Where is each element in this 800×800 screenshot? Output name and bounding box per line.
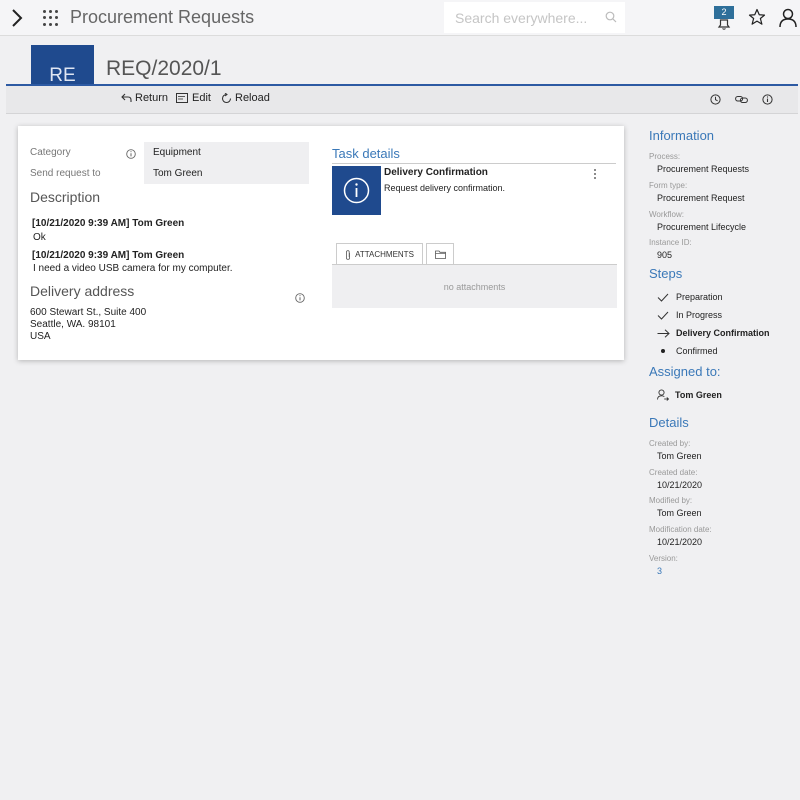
comment-header: [10/21/2020 9:39 AM] Tom Green	[32, 218, 185, 229]
top-bar: Procurement Requests 2	[0, 0, 800, 36]
instance-id-value: 905	[657, 250, 673, 260]
tab-folder[interactable]	[426, 243, 454, 265]
form-type-value: Procurement Request	[657, 193, 745, 203]
user-assign-icon	[657, 389, 669, 401]
reload-icon	[221, 92, 232, 103]
created-by-label: Created by:	[649, 439, 691, 448]
step-item-current: Delivery Confirmation	[656, 328, 770, 338]
instance-id-label: Instance ID:	[649, 238, 692, 247]
created-date-value: 10/21/2020	[657, 480, 703, 490]
steps-heading: Steps	[649, 266, 683, 281]
reload-button[interactable]: Reload	[221, 92, 270, 104]
star-icon[interactable]	[748, 8, 766, 29]
edit-label: Edit	[192, 92, 211, 104]
step-label: Delivery Confirmation	[676, 328, 770, 338]
paperclip-icon	[346, 249, 350, 260]
folder-icon	[434, 250, 446, 259]
delivery-address-title: Delivery address	[30, 283, 135, 299]
comment-header: [10/21/2020 9:39 AM] Tom Green	[32, 250, 185, 261]
page-title: REQ/2020/1	[106, 57, 222, 80]
address-line: Seattle, WA. 98101	[30, 319, 116, 330]
apps-grid-icon[interactable]	[43, 10, 59, 26]
check-icon	[656, 293, 670, 302]
step-item: Confirmed	[656, 346, 718, 356]
chevron-right-icon[interactable]	[8, 8, 26, 28]
modified-by-value: Tom Green	[657, 508, 702, 518]
search-box	[444, 2, 625, 33]
address-line: 600 Stewart St., Suite 400	[30, 307, 147, 318]
reload-label: Reload	[235, 92, 270, 104]
address-line: USA	[30, 331, 51, 342]
step-label: Preparation	[676, 292, 723, 302]
edit-button[interactable]: Edit	[176, 92, 211, 104]
attachments-panel: no attachments	[332, 264, 617, 308]
process-label: Process:	[649, 152, 681, 161]
category-label: Category	[30, 147, 71, 158]
arrow-right-icon	[656, 328, 670, 338]
send-to-field[interactable]: Tom Green	[144, 163, 309, 184]
bullet-icon	[656, 349, 670, 353]
information-heading: Information	[649, 128, 715, 143]
send-to-label: Send request to	[30, 168, 101, 179]
comment-body: Ok	[33, 232, 46, 243]
bell-icon	[717, 19, 731, 30]
notifications-button[interactable]: 2	[714, 6, 736, 30]
delivery-info-icon[interactable]	[295, 292, 305, 306]
form-type-label: Form type:	[649, 181, 688, 190]
link-icon[interactable]	[735, 94, 748, 108]
task-details-title: Task details	[332, 146, 400, 161]
tab-attachments-label: ATTACHMENTS	[355, 250, 414, 259]
created-date-label: Created date:	[649, 468, 698, 477]
toolbar: Return Edit Reload	[6, 86, 798, 114]
return-icon	[121, 93, 132, 102]
category-field[interactable]: Equipment	[144, 142, 309, 163]
search-input[interactable]	[444, 2, 625, 33]
step-item: Preparation	[656, 292, 723, 302]
workflow-value: Procurement Lifecycle	[657, 222, 747, 232]
check-icon	[656, 311, 670, 320]
version-label: Version:	[649, 554, 678, 563]
info-icon[interactable]	[762, 94, 773, 108]
process-value: Procurement Requests	[657, 164, 750, 174]
attachments-section: ATTACHMENTS no attachments	[332, 243, 617, 308]
modification-date-value: 10/21/2020	[657, 537, 703, 547]
task-name[interactable]: Delivery Confirmation	[384, 167, 488, 178]
assigned-heading: Assigned to:	[649, 364, 721, 379]
modified-by-label: Modified by:	[649, 496, 693, 505]
search-icon[interactable]	[605, 11, 617, 26]
return-label: Return	[135, 92, 169, 104]
return-button[interactable]: Return	[121, 92, 168, 104]
task-description: Request delivery confirmation.	[384, 183, 506, 193]
task-divider	[332, 163, 616, 164]
description-title: Description	[30, 189, 101, 205]
edit-icon	[176, 92, 188, 103]
request-form-card: Category Equipment Send request to Tom G…	[18, 126, 624, 360]
version-link[interactable]: 3	[657, 566, 662, 576]
comment-body: I need a video USB camera for my compute…	[33, 263, 233, 274]
workflow-label: Workflow:	[649, 210, 684, 219]
category-info-icon[interactable]	[126, 148, 136, 162]
assignee[interactable]: Tom Green	[657, 389, 722, 401]
modification-date-label: Modification date:	[649, 525, 712, 534]
user-icon[interactable]	[779, 8, 797, 31]
app-title: Procurement Requests	[70, 7, 255, 27]
assignee-name: Tom Green	[675, 390, 722, 400]
step-item: In Progress	[656, 310, 722, 320]
history-icon[interactable]	[710, 94, 721, 108]
step-label: In Progress	[676, 310, 723, 320]
details-heading: Details	[649, 415, 689, 430]
task-info-icon	[332, 166, 381, 215]
created-by-value: Tom Green	[657, 451, 702, 461]
more-options-icon[interactable]	[592, 167, 598, 184]
tab-attachments[interactable]: ATTACHMENTS	[336, 243, 423, 265]
step-label: Confirmed	[676, 346, 718, 356]
